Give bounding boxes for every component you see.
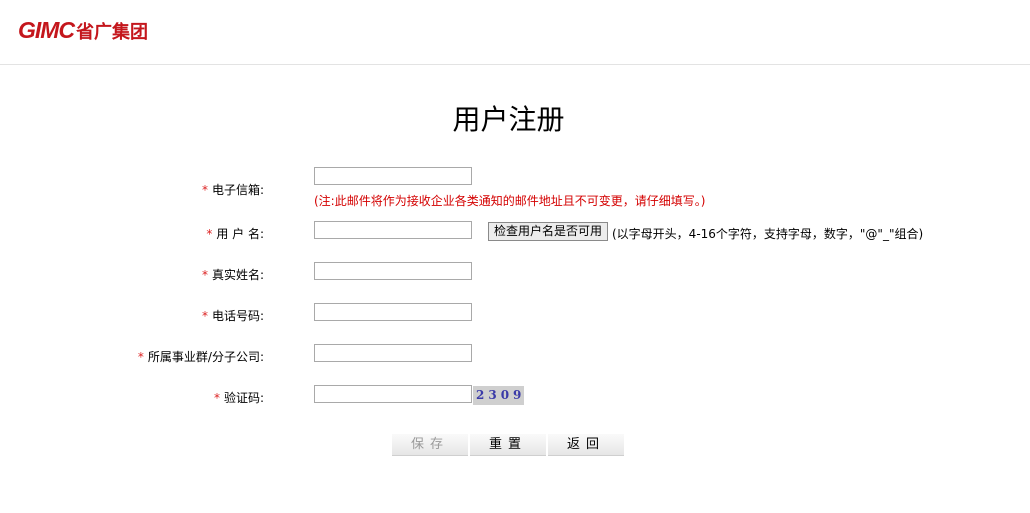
username-row: * 用 户 名: 检查用户名是否可用 (以字母开头，4-16个字符，支持字母，数字…	[0, 221, 1030, 241]
captcha-image[interactable]: 2309	[473, 386, 524, 405]
phone-row: * 电话号码:	[0, 303, 1030, 323]
required-mark: *	[213, 391, 220, 405]
required-mark: *	[201, 309, 208, 323]
reset-button[interactable]: 重置	[470, 434, 546, 456]
company-field[interactable]	[314, 344, 472, 362]
captcha-label: * 验证码:	[214, 389, 264, 406]
email-note: (注:此邮件将作为接收企业各类通知的邮件地址且不可变更，请仔细填写。)	[314, 194, 706, 208]
company-label: * 所属事业群/分子公司:	[138, 348, 264, 365]
back-button[interactable]: 返回	[548, 434, 624, 456]
captcha-field[interactable]	[314, 385, 472, 403]
username-label: * 用 户 名:	[206, 225, 264, 242]
phone-label: * 电话号码:	[202, 307, 264, 324]
form-actions: 保存 重置 返回	[392, 434, 624, 456]
realname-label-text: 真实姓名:	[211, 268, 264, 282]
logo-mark: GIMC	[18, 17, 75, 43]
realname-row: * 真实姓名:	[0, 262, 1030, 282]
header: GIMC 省广集团	[0, 0, 1030, 65]
check-username-button[interactable]: 检查用户名是否可用	[488, 222, 609, 241]
required-mark: *	[206, 227, 213, 241]
email-field[interactable]	[314, 167, 472, 185]
realname-field[interactable]	[314, 262, 472, 280]
save-button[interactable]: 保存	[392, 434, 468, 456]
username-hint: (以字母开头，4-16个字符，支持字母，数字，"@"_"组合)	[612, 227, 924, 241]
captcha-label-text: 验证码:	[223, 391, 264, 405]
username-label-text: 用 户 名:	[216, 227, 264, 241]
phone-field[interactable]	[314, 303, 472, 321]
email-label-text: 电子信箱:	[211, 183, 264, 197]
captcha-row: * 验证码: 2309	[0, 385, 1030, 405]
email-label: * 电子信箱:	[202, 181, 264, 198]
phone-label-text: 电话号码:	[211, 309, 264, 323]
email-row: * 电子信箱: (注:此邮件将作为接收企业各类通知的邮件地址且不可变更，请仔细填写…	[0, 167, 1030, 208]
page-title: 用户注册	[452, 103, 565, 136]
company-row: * 所属事业群/分子公司:	[0, 344, 1030, 364]
company-label-text: 所属事业群/分子公司:	[147, 350, 264, 364]
required-mark: *	[137, 350, 144, 364]
username-field[interactable]	[314, 221, 472, 239]
required-mark: *	[201, 268, 208, 282]
logo[interactable]: GIMC 省广集团	[18, 17, 148, 44]
required-mark: *	[201, 183, 208, 197]
realname-label: * 真实姓名:	[202, 266, 264, 283]
logo-text: 省广集团	[76, 21, 149, 43]
